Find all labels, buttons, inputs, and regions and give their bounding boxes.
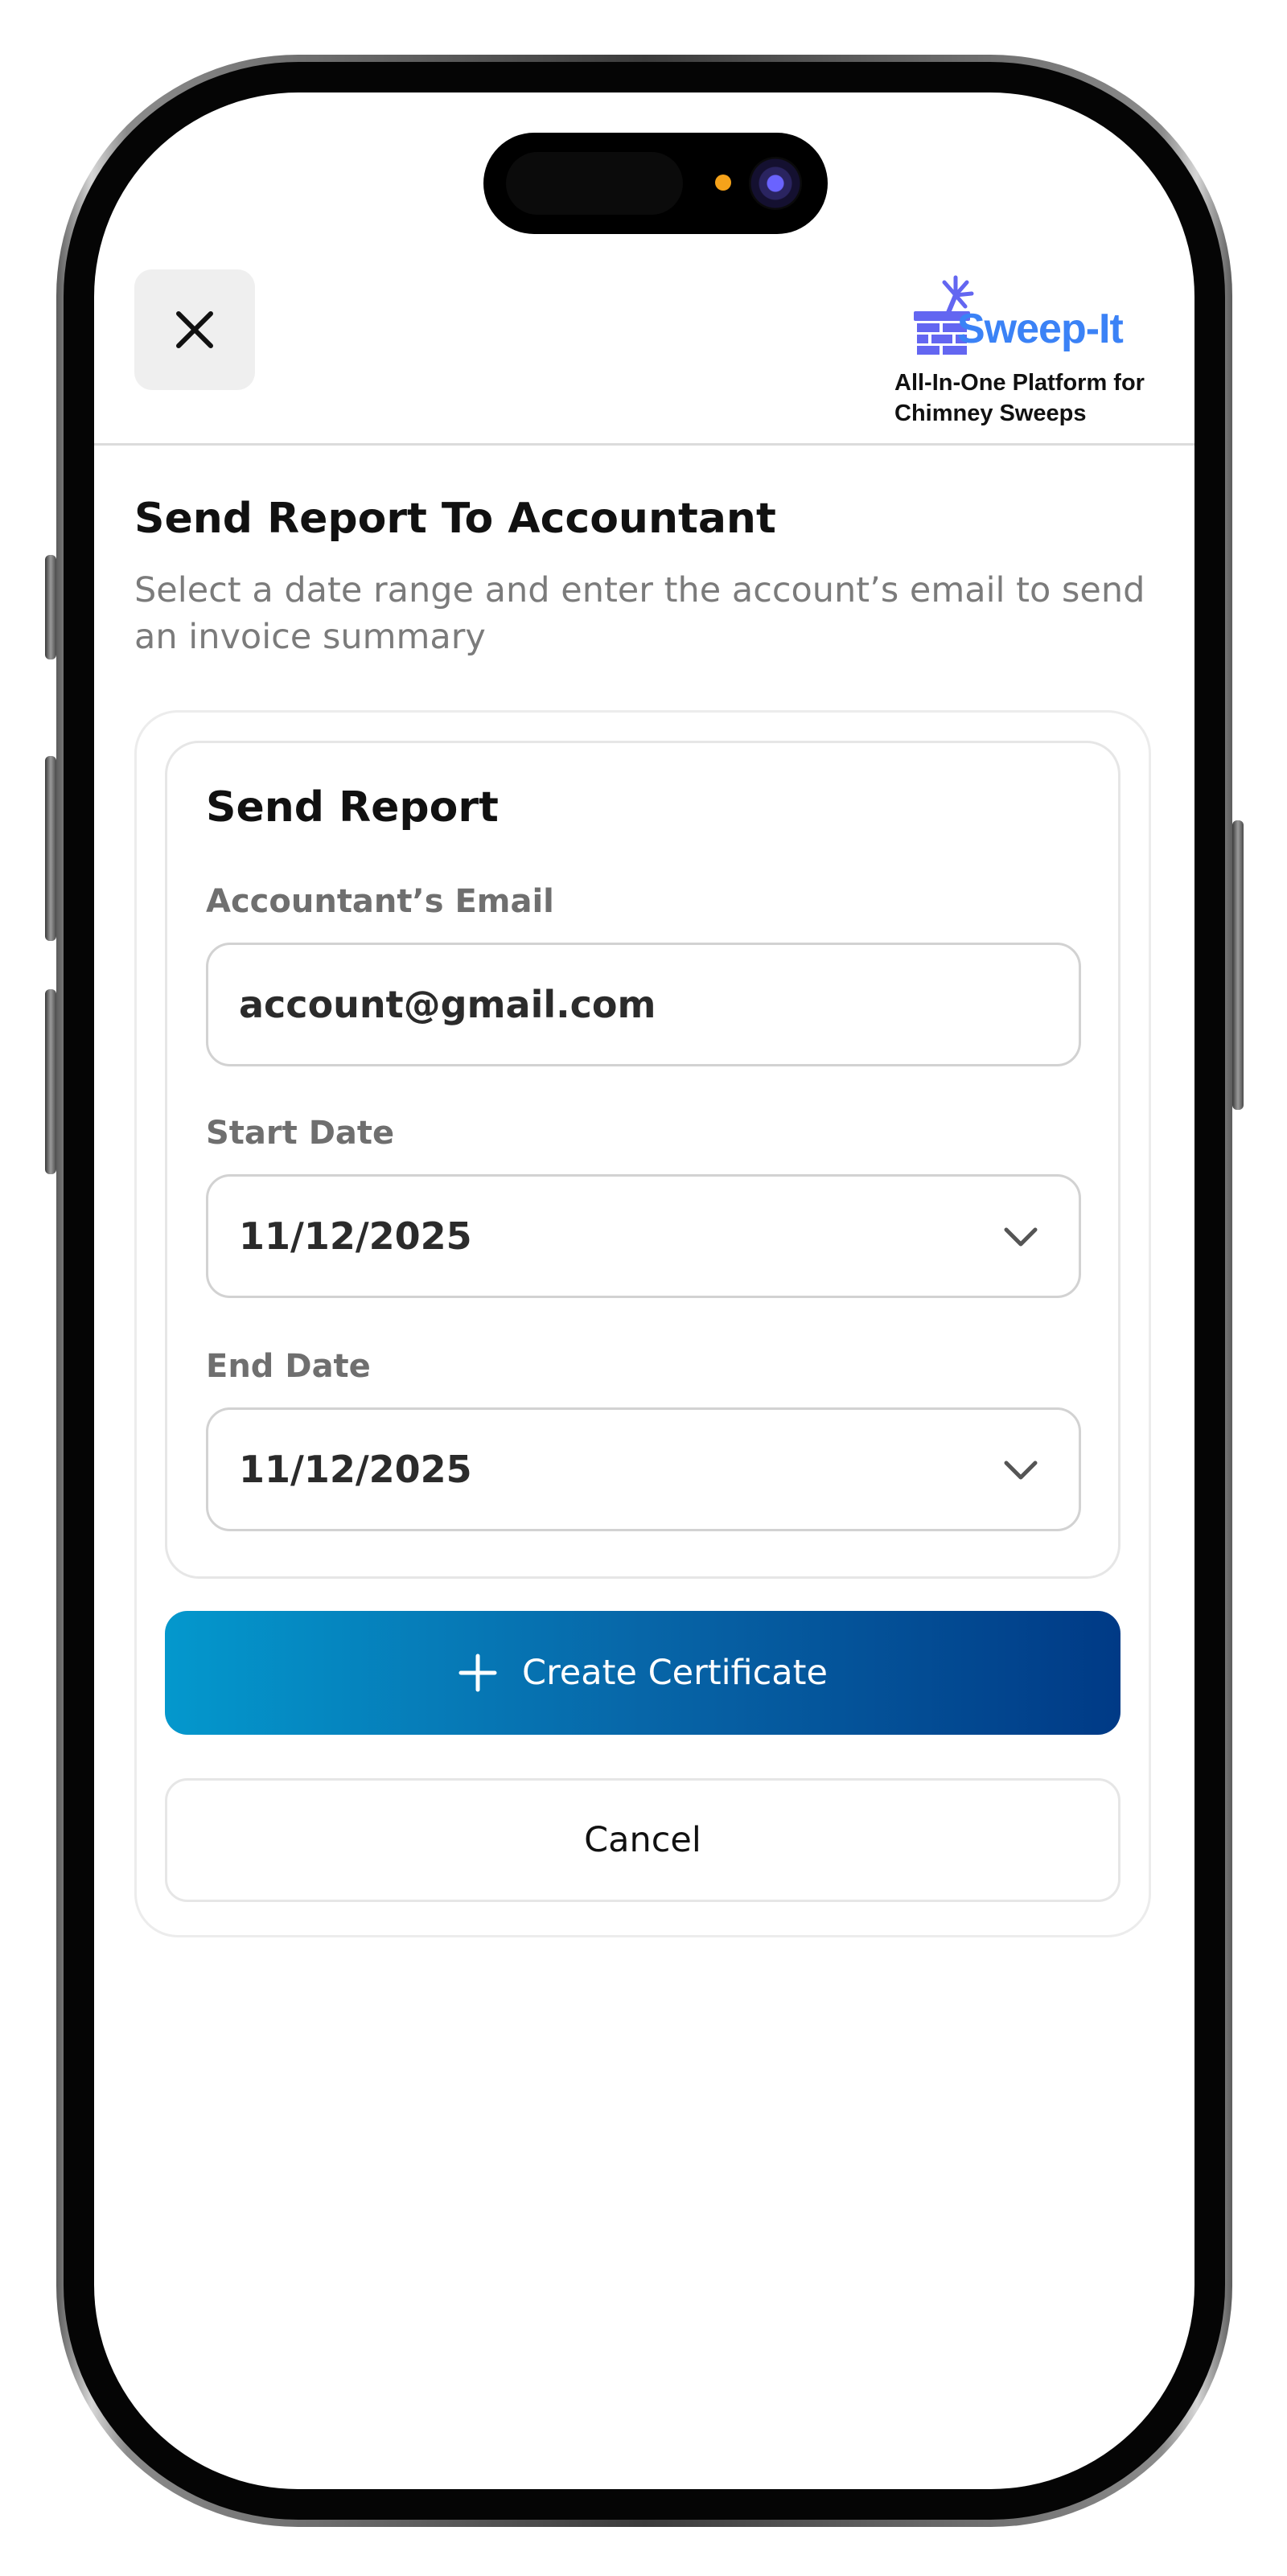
island-sensor [506,152,683,215]
cancel-label: Cancel [584,1820,701,1860]
power-button [1232,820,1244,1110]
chevron-down-icon [1004,1461,1038,1480]
form-title: Send Report [206,783,499,832]
phone-frame: Sweep-It All-In-One Platform for Chimney… [56,55,1232,2527]
create-certificate-button[interactable]: Create Certificate [165,1611,1120,1735]
end-date-value: 11/12/2025 [239,1448,472,1491]
volume-down-button [45,989,56,1174]
page-subtitle: Select a date range and enter the accoun… [134,570,1145,657]
page-title: Send Report To Accountant [134,495,776,543]
front-camera-icon [749,157,802,210]
send-report-form: Send Report Accountant’s Email Start Dat… [165,741,1120,1579]
close-icon [176,311,213,348]
brand-logo: Sweep-It All-In-One Platform for Chimney… [894,274,1194,435]
chevron-down-icon [1004,1227,1038,1247]
end-date-select[interactable]: 11/12/2025 [206,1407,1081,1531]
close-button[interactable] [134,269,255,390]
brand-name: Sweep-It [957,306,1124,352]
email-label: Accountant’s Email [206,883,554,920]
start-date-select[interactable]: 11/12/2025 [206,1174,1081,1298]
phone-bezel: Sweep-It All-In-One Platform for Chimney… [64,62,1225,2520]
start-date-label: Start Date [206,1115,395,1152]
header-divider [94,443,1194,446]
privacy-indicator-dot [715,175,731,191]
email-input[interactable] [239,983,1048,1026]
end-date-label: End Date [206,1348,371,1385]
email-field[interactable] [206,943,1081,1066]
brand-tagline: All-In-One Platform for Chimney Sweeps [894,368,1145,429]
volume-up-button [45,756,56,941]
brand-tagline-line-2: Chimney Sweeps [894,401,1087,426]
action-button [45,555,56,659]
plus-icon [458,1654,497,1692]
dynamic-island [483,133,828,234]
start-date-value: 11/12/2025 [239,1214,472,1258]
create-certificate-label: Create Certificate [522,1653,828,1693]
app-screen: Sweep-It All-In-One Platform for Chimney… [94,92,1194,2489]
cancel-button[interactable]: Cancel [165,1778,1120,1902]
brand-tagline-line-1: All-In-One Platform for [894,370,1145,396]
